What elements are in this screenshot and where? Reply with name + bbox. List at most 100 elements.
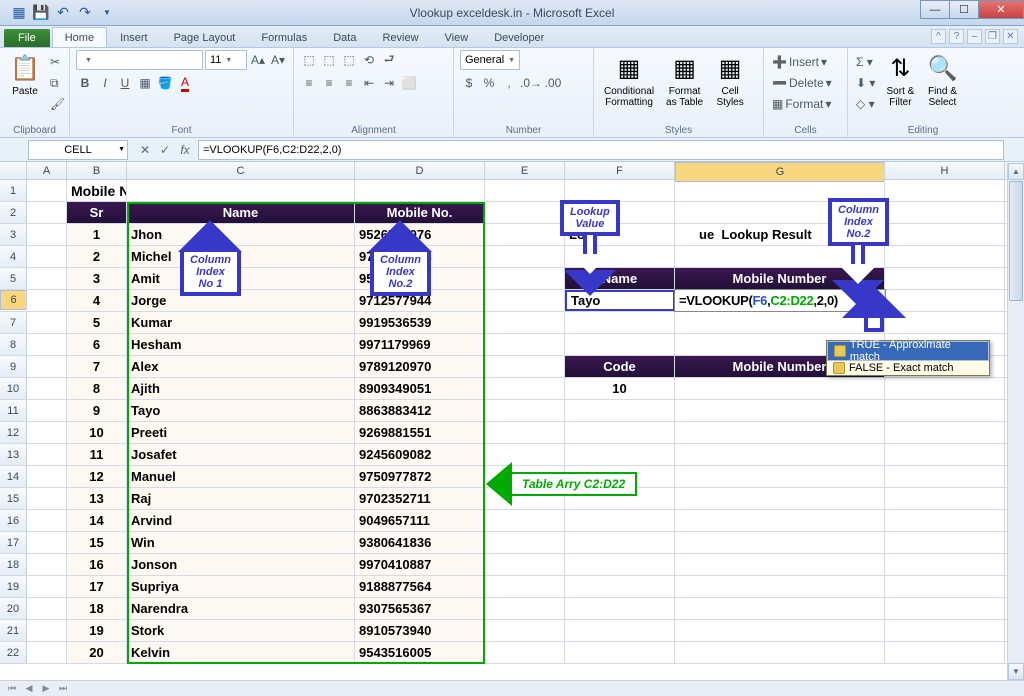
cell[interactable] bbox=[485, 224, 565, 245]
cell[interactable] bbox=[27, 180, 67, 201]
cell[interactable] bbox=[485, 290, 565, 311]
row-header[interactable]: 7 bbox=[0, 312, 27, 333]
cell[interactable] bbox=[27, 576, 67, 597]
data-mobile[interactable]: 9049657111 bbox=[355, 510, 485, 531]
data-name[interactable]: Preeti bbox=[127, 422, 355, 443]
align-center-icon[interactable]: ≡ bbox=[320, 73, 338, 93]
cell[interactable] bbox=[27, 422, 67, 443]
row-header[interactable]: 16 bbox=[0, 510, 27, 531]
data-mobile[interactable]: 9750977872 bbox=[355, 466, 485, 487]
row-header[interactable]: 3 bbox=[0, 224, 27, 245]
fx-icon[interactable]: fx bbox=[176, 141, 194, 159]
cell[interactable] bbox=[27, 378, 67, 399]
tab-next-icon[interactable]: ▶ bbox=[38, 682, 54, 696]
sort-filter-button[interactable]: ⇅Sort &Filter bbox=[881, 50, 919, 110]
cell[interactable] bbox=[27, 312, 67, 333]
scroll-up-icon[interactable]: ▲ bbox=[1008, 163, 1024, 180]
formula-input[interactable]: =VLOOKUP(F6,C2:D22,2,0) bbox=[198, 140, 1004, 160]
cell[interactable] bbox=[885, 554, 1005, 575]
cell[interactable] bbox=[885, 224, 1005, 245]
data-name[interactable]: Raj bbox=[127, 488, 355, 509]
data-sr[interactable]: 9 bbox=[67, 400, 127, 421]
data-name[interactable]: Jhon bbox=[127, 224, 355, 245]
data-sr[interactable]: 10 bbox=[67, 422, 127, 443]
cell[interactable] bbox=[675, 400, 885, 421]
copy-icon[interactable]: ⧉ bbox=[48, 73, 67, 93]
align-bottom-icon[interactable]: ⬚ bbox=[340, 50, 358, 70]
cell[interactable] bbox=[565, 180, 675, 201]
border-button[interactable]: ▦ bbox=[136, 73, 154, 93]
cell[interactable] bbox=[565, 202, 675, 223]
cell[interactable] bbox=[565, 532, 675, 553]
code-header[interactable]: Code bbox=[565, 356, 675, 377]
paste-button[interactable]: 📋Paste bbox=[6, 50, 44, 99]
insert-tab[interactable]: Insert bbox=[107, 27, 161, 47]
data-name[interactable]: Kelvin bbox=[127, 642, 355, 663]
header-name[interactable]: Name bbox=[127, 202, 355, 223]
data-name[interactable]: Jorge bbox=[127, 290, 355, 311]
row-header[interactable]: 20 bbox=[0, 598, 27, 619]
cell[interactable] bbox=[485, 576, 565, 597]
col-header-a[interactable]: A bbox=[27, 162, 67, 179]
cell[interactable] bbox=[27, 202, 67, 223]
orientation-icon[interactable]: ⟲ bbox=[360, 50, 378, 70]
data-sr[interactable]: 3 bbox=[67, 268, 127, 289]
pagelayout-tab[interactable]: Page Layout bbox=[161, 27, 249, 47]
data-sr[interactable]: 5 bbox=[67, 312, 127, 333]
close-button[interactable]: ✕ bbox=[978, 0, 1024, 19]
row-header[interactable]: 8 bbox=[0, 334, 27, 355]
cell-styles-button[interactable]: ▦CellStyles bbox=[711, 50, 749, 110]
data-sr[interactable]: 17 bbox=[67, 576, 127, 597]
cell[interactable] bbox=[485, 466, 565, 487]
cell[interactable] bbox=[565, 554, 675, 575]
code-value-cell[interactable]: 10 bbox=[565, 378, 675, 399]
minimize-ribbon-icon[interactable]: ^ bbox=[931, 29, 946, 44]
align-middle-icon[interactable]: ⬚ bbox=[320, 50, 338, 70]
row-header[interactable]: 15 bbox=[0, 488, 27, 509]
scroll-thumb[interactable] bbox=[1009, 181, 1023, 301]
cell[interactable] bbox=[27, 598, 67, 619]
data-name[interactable]: Amit bbox=[127, 268, 355, 289]
cell[interactable] bbox=[675, 510, 885, 531]
cell[interactable] bbox=[885, 312, 1005, 333]
cell[interactable] bbox=[355, 180, 485, 201]
row-header[interactable]: 18 bbox=[0, 554, 27, 575]
cell[interactable] bbox=[485, 268, 565, 289]
select-all-corner[interactable] bbox=[0, 162, 27, 179]
align-top-icon[interactable]: ⬚ bbox=[300, 50, 318, 70]
tab-last-icon[interactable]: ⏭ bbox=[55, 682, 71, 696]
col-header-c[interactable]: C bbox=[127, 162, 355, 179]
data-name[interactable]: Jonson bbox=[127, 554, 355, 575]
data-mobile[interactable]: 9543516005 bbox=[355, 642, 485, 663]
cell[interactable] bbox=[675, 598, 885, 619]
cell[interactable] bbox=[485, 642, 565, 663]
font-size-select[interactable]: 11▼ bbox=[205, 50, 247, 70]
save-icon[interactable]: 💾 bbox=[32, 4, 50, 22]
data-name[interactable]: Stork bbox=[127, 620, 355, 641]
font-color-button[interactable]: A bbox=[176, 73, 194, 93]
cell[interactable] bbox=[885, 620, 1005, 641]
row-header[interactable]: 17 bbox=[0, 532, 27, 553]
cell[interactable] bbox=[885, 488, 1005, 509]
cell[interactable] bbox=[885, 422, 1005, 443]
vlookup-range-tooltip[interactable]: TRUE - Approximate match FALSE - Exact m… bbox=[826, 340, 990, 376]
undo-icon[interactable]: ↶ bbox=[54, 4, 72, 22]
insert-cells-button[interactable]: ➕ Insert ▾ bbox=[770, 52, 841, 72]
lookup-value-cell[interactable]: Tayo bbox=[565, 290, 675, 311]
cell[interactable] bbox=[485, 246, 565, 267]
merge-icon[interactable]: ⬜ bbox=[400, 73, 418, 93]
cell[interactable] bbox=[675, 246, 885, 267]
vertical-scrollbar[interactable]: ▲ ▼ bbox=[1007, 163, 1024, 680]
data-mobile[interactable]: 9380641836 bbox=[355, 532, 485, 553]
cell[interactable] bbox=[485, 532, 565, 553]
col-header-b[interactable]: B bbox=[67, 162, 127, 179]
indent-inc-icon[interactable]: ⇥ bbox=[380, 73, 398, 93]
percent-icon[interactable]: % bbox=[480, 73, 498, 93]
data-sr[interactable]: 6 bbox=[67, 334, 127, 355]
header-sr[interactable]: Sr bbox=[67, 202, 127, 223]
data-sr[interactable]: 20 bbox=[67, 642, 127, 663]
cell[interactable] bbox=[675, 532, 885, 553]
cell[interactable] bbox=[485, 378, 565, 399]
row-header[interactable]: 9 bbox=[0, 356, 27, 377]
data-mobile[interactable]: 9712577944 bbox=[355, 290, 485, 311]
